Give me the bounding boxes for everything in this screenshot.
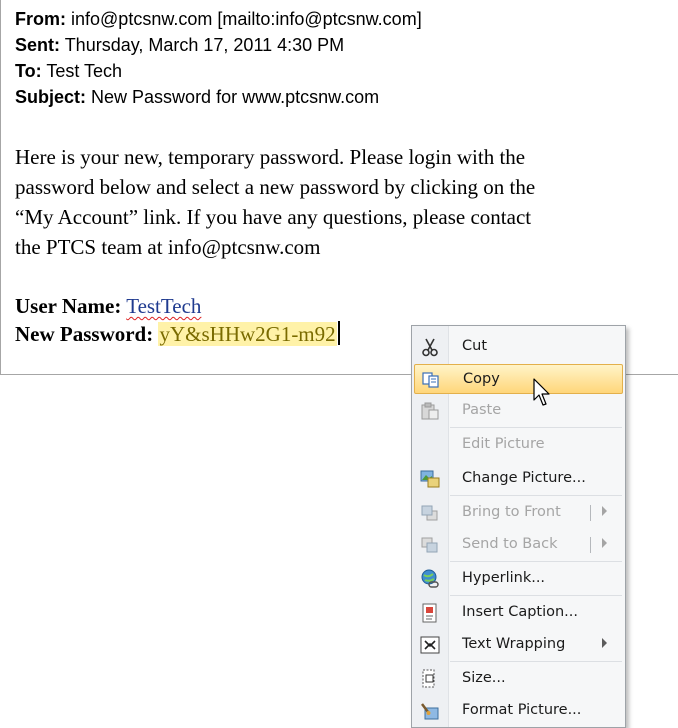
menu-item-hyperlink[interactable]: Hyperlink... <box>414 564 623 594</box>
menu-separator <box>450 595 622 596</box>
username-line: User Name: TestTech <box>15 292 340 320</box>
menu-item-send-to-back[interactable]: Send to Back <box>414 530 623 560</box>
menu-item-label: Bring to Front <box>462 504 561 520</box>
submenu-arrow-icon[interactable] <box>602 538 607 548</box>
menu-item-text-wrapping[interactable]: Text Wrapping <box>414 630 623 660</box>
email-message-pane: From: info@ptcsnw.com [mailto:info@ptcsn… <box>0 0 678 375</box>
menu-item-label: Hyperlink... <box>462 570 546 586</box>
sent-label: Sent: <box>15 35 60 55</box>
menu-item-label: Insert Caption... <box>462 604 579 620</box>
menu-item-edit-picture[interactable]: Edit Picture <box>414 430 623 460</box>
menu-separator <box>450 661 622 662</box>
scissors-icon <box>422 338 438 357</box>
menu-item-insert-caption[interactable]: Insert Caption... <box>414 598 623 628</box>
menu-item-label: Format Picture... <box>462 702 582 718</box>
paste-icon <box>421 402 439 420</box>
submenu-split-divider <box>590 537 591 553</box>
menu-item-size[interactable]: Size... <box>414 664 623 694</box>
menu-item-label: Copy <box>463 371 500 387</box>
menu-separator <box>450 427 622 428</box>
menu-item-cut[interactable]: Cut <box>414 332 623 362</box>
email-header: From: info@ptcsnw.com [mailto:info@ptcsn… <box>15 6 422 110</box>
mouse-pointer-icon <box>533 378 550 406</box>
bring-to-front-icon <box>421 505 438 521</box>
menu-item-label: Edit Picture <box>462 436 545 452</box>
from-line: From: info@ptcsnw.com [mailto:info@ptcsn… <box>15 6 422 32</box>
to-value[interactable]: Test Tech <box>46 61 122 81</box>
from-label: From: <box>15 9 66 29</box>
body-line: the PTCS team at info@ptcsnw.com <box>15 235 321 259</box>
menu-item-label: Change Picture... <box>462 470 586 486</box>
hyperlink-icon <box>421 569 439 588</box>
from-value[interactable]: info@ptcsnw.com [mailto:info@ptcsnw.com] <box>71 9 422 29</box>
subject-label: Subject: <box>15 87 87 107</box>
menu-separator <box>450 561 622 562</box>
password-label: New Password: <box>15 322 154 346</box>
password-line: New Password: yY&sHHw2G1-m92 <box>15 320 340 348</box>
submenu-split-divider <box>590 505 591 521</box>
menu-item-change-picture[interactable]: Change Picture... <box>414 464 623 494</box>
submenu-arrow-icon[interactable] <box>602 506 607 516</box>
menu-item-label: Cut <box>462 338 487 354</box>
change-picture-icon <box>420 470 440 488</box>
sent-value: Thursday, March 17, 2011 4:30 PM <box>64 35 345 55</box>
menu-item-paste[interactable]: Paste <box>414 396 623 426</box>
insert-caption-icon <box>422 603 437 623</box>
send-to-back-icon <box>421 537 438 553</box>
menu-item-label: Paste <box>462 402 502 418</box>
to-label: To: <box>15 61 42 81</box>
body-line: password below and select a new password… <box>15 175 536 199</box>
text-wrapping-icon <box>420 636 440 654</box>
menu-item-bring-to-front[interactable]: Bring to Front <box>414 498 623 528</box>
menu-item-label: Size... <box>462 670 506 686</box>
body-line: Here is your new, temporary password. Pl… <box>15 145 526 169</box>
menu-item-copy[interactable]: Copy <box>414 364 623 394</box>
credentials-block: User Name: TestTech New Password: yY&sHH… <box>15 292 340 348</box>
copy-icon <box>422 372 439 388</box>
format-picture-icon <box>421 703 439 720</box>
menu-separator <box>450 495 622 496</box>
submenu-arrow-icon[interactable] <box>602 638 607 648</box>
menu-item-format-picture[interactable]: Format Picture... <box>414 696 623 726</box>
text-caret <box>337 321 340 345</box>
subject-line: Subject: New Password for www.ptcsnw.com <box>15 84 422 110</box>
size-icon <box>422 669 435 688</box>
menu-item-label: Text Wrapping <box>462 636 566 652</box>
sent-line: Sent: Thursday, March 17, 2011 4:30 PM <box>15 32 422 58</box>
password-selected-text[interactable]: yY&sHHw2G1-m92 <box>158 322 337 346</box>
email-body[interactable]: Here is your new, temporary password. Pl… <box>15 142 655 262</box>
context-menu[interactable]: Cut Copy Paste Edit Picture Change Pictu… <box>411 325 626 728</box>
username-label: User Name: <box>15 294 122 318</box>
body-line: “My Account” link. If you have any quest… <box>15 205 532 229</box>
to-line: To: Test Tech <box>15 58 422 84</box>
subject-value: New Password for www.ptcsnw.com <box>91 87 380 107</box>
menu-item-label: Send to Back <box>462 536 558 552</box>
username-value[interactable]: TestTech <box>126 294 201 318</box>
